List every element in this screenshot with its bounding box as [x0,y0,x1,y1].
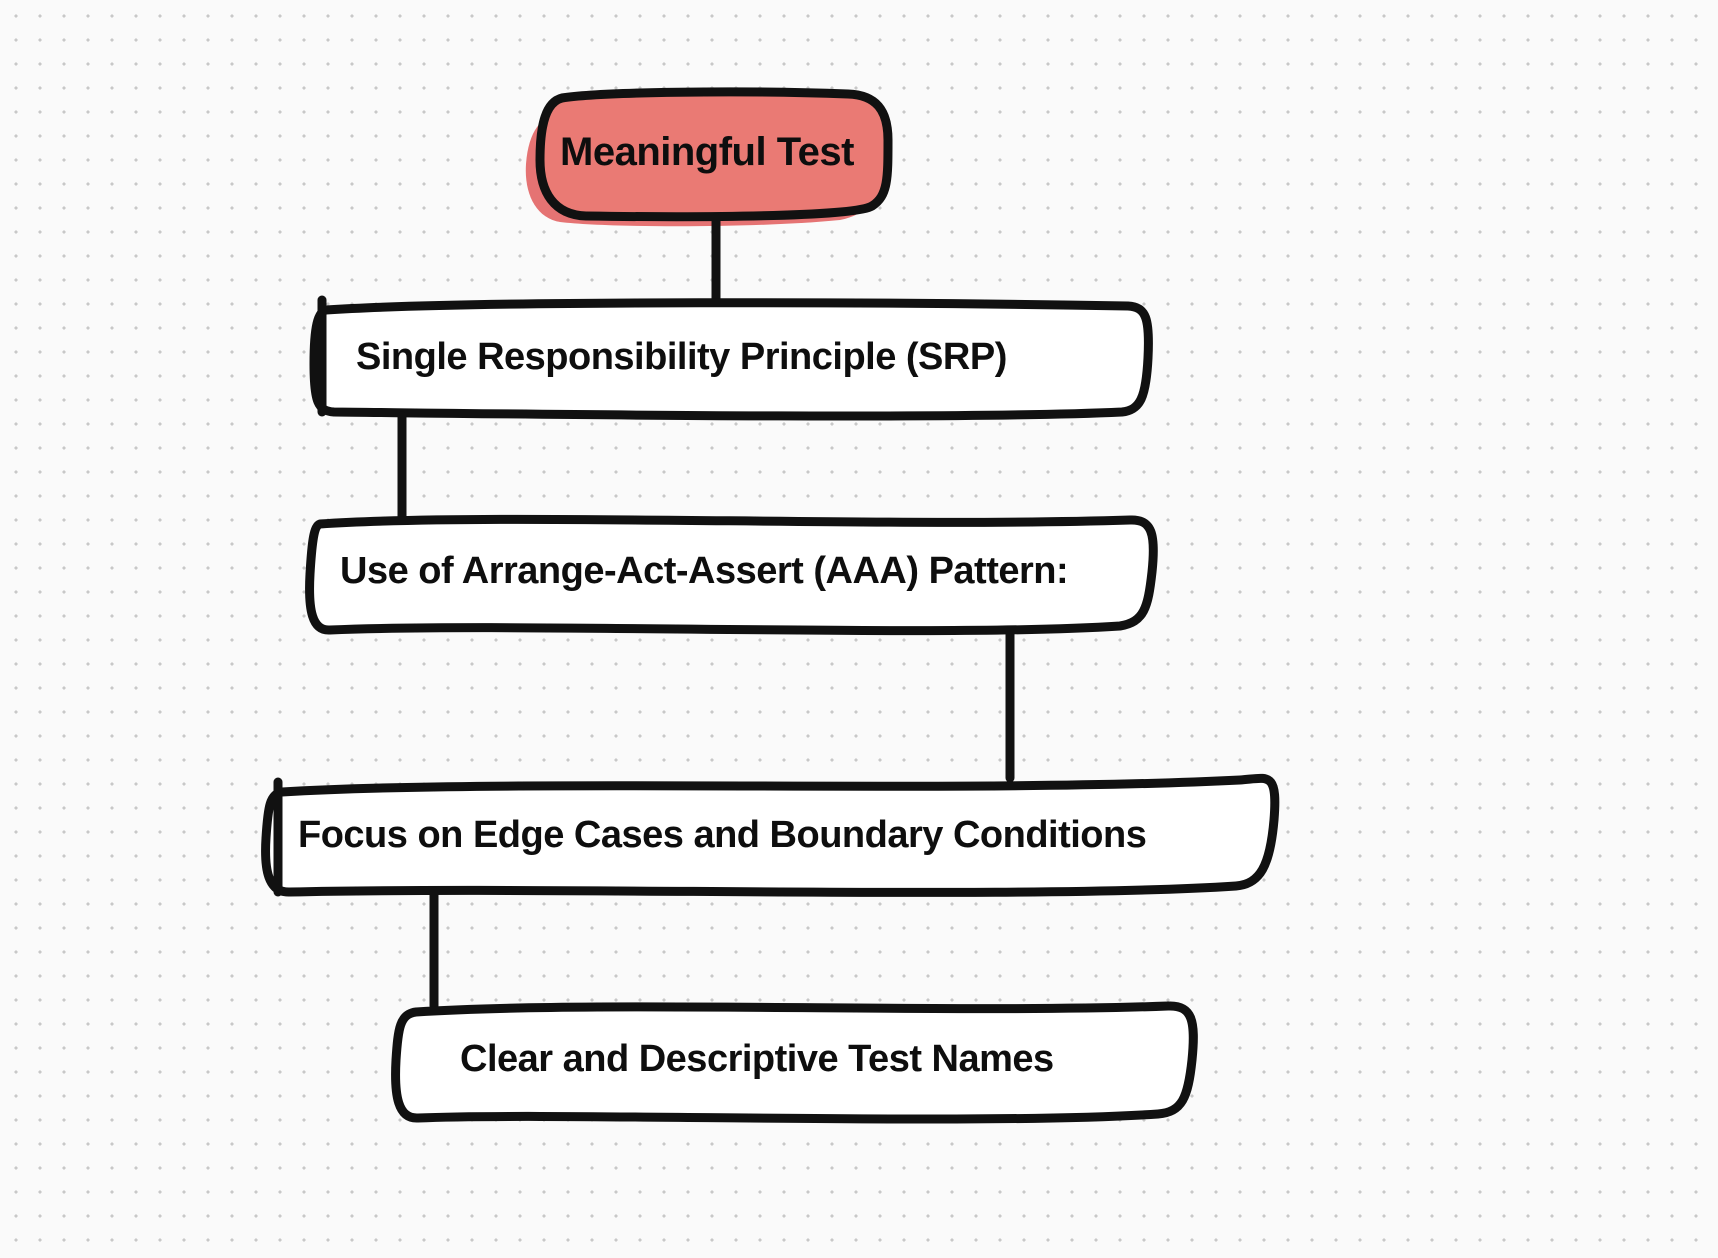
node-3-label: Focus on Edge Cases and Boundary Conditi… [298,814,1146,857]
node-1-label: Single Responsibility Principle (SRP) [356,336,1007,379]
node-4-label: Clear and Descriptive Test Names [460,1038,1054,1081]
diagram-canvas: Meaningful Test Single Responsibility Pr… [0,0,1718,1258]
root-node-label: Meaningful Test [560,130,854,175]
node-2-label: Use of Arrange-Act-Assert (AAA) Pattern: [340,550,1068,593]
